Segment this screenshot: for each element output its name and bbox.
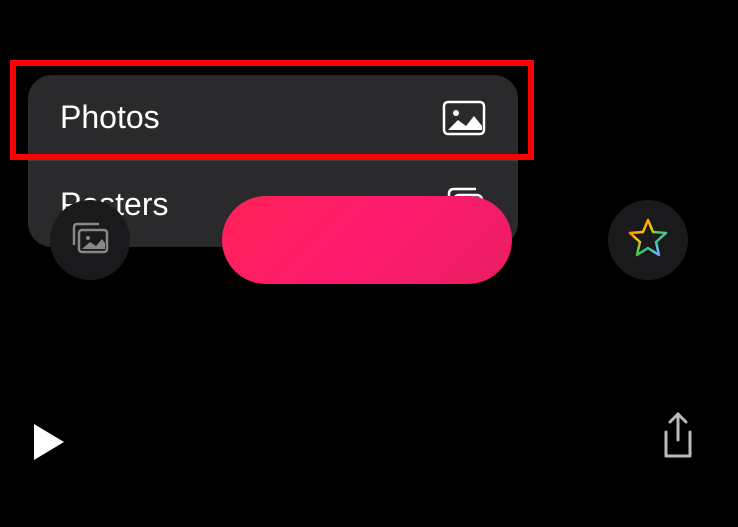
share-button[interactable] [658, 412, 698, 467]
play-icon [30, 451, 68, 468]
play-button[interactable] [30, 420, 68, 469]
menu-item-label: Photos [60, 99, 160, 136]
favorite-button[interactable] [608, 200, 688, 280]
primary-action-button[interactable] [222, 196, 512, 284]
gallery-button[interactable] [50, 200, 130, 280]
share-icon [658, 449, 698, 466]
star-icon [626, 216, 670, 265]
menu-item-photos[interactable]: Photos [28, 75, 518, 161]
gallery-icon [69, 220, 111, 261]
photo-icon [442, 100, 486, 136]
